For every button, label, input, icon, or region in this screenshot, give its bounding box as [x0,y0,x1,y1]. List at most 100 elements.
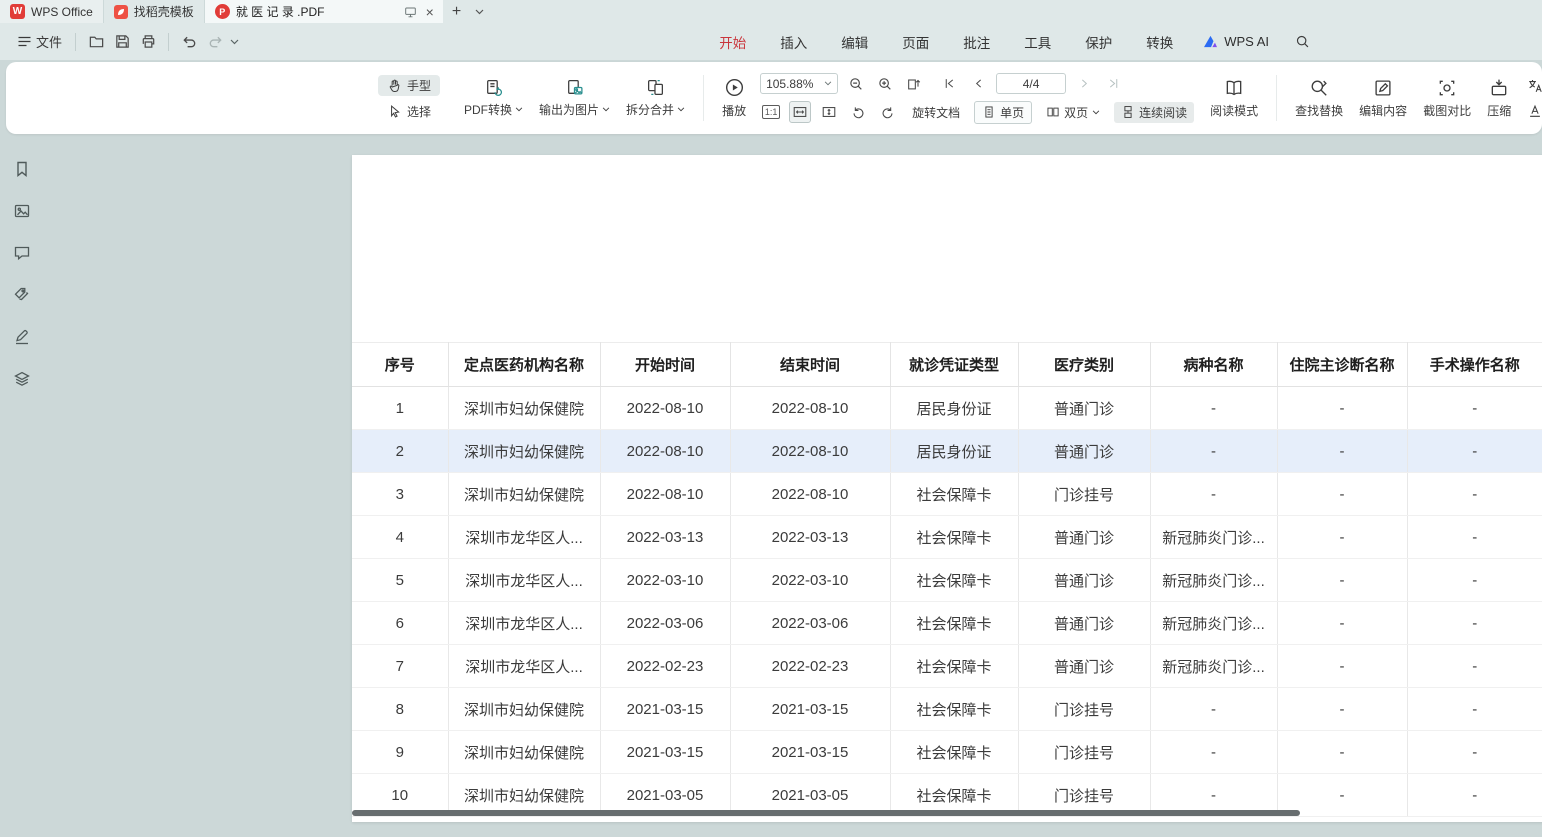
table-cell: 社会保障卡 [890,645,1018,688]
zoom-out-button[interactable] [845,73,867,95]
table-cell: - [1150,430,1277,473]
next-page-button[interactable] [1073,73,1095,95]
layers-icon [13,370,31,388]
table-header-cell: 定点医药机构名称 [448,343,600,387]
ribbon-tab[interactable]: 转换 [1146,32,1173,52]
previous-page-button[interactable] [967,73,989,95]
full-translate-icon [1527,78,1542,94]
open-file-button[interactable] [83,29,109,55]
table-header-cell: 住院主诊断名称 [1277,343,1407,387]
first-page-button[interactable] [938,73,960,95]
zoom-level-select[interactable]: 105.88% [760,73,838,94]
new-tab-button[interactable]: + [443,0,470,23]
split-merge-button[interactable]: 拆分合并 [618,76,693,120]
pdf-file-icon: P [215,4,230,19]
single-page-label: 单页 [1000,104,1024,121]
screenshot-compare-button[interactable]: 截图对比 [1415,76,1479,121]
table-cell: 2022-08-10 [600,430,730,473]
ribbon-tab[interactable]: 插入 [780,32,807,52]
document-tab[interactable]: P 就 医 记 录 .PDF × [205,0,443,23]
play-button[interactable]: 播放 [714,75,754,121]
table-row: 4深圳市龙华区人...2022-03-132022-03-13社会保障卡普通门诊… [352,516,1542,559]
actual-size-button[interactable]: 1:1 [760,101,782,123]
save-button[interactable] [109,29,135,55]
docer-template-tab[interactable]: 找稻壳模板 [104,0,205,23]
monitor-icon[interactable] [404,6,417,18]
last-page-button[interactable] [1102,73,1124,95]
table-cell: 门诊挂号 [1018,688,1150,731]
wps-ai-button[interactable]: WPS AI [1203,34,1269,49]
pdf-convert-button[interactable]: PDF转换 [456,76,531,120]
table-cell: 社会保障卡 [890,559,1018,602]
attachment-panel-button[interactable] [11,284,33,306]
table-cell: 4 [352,516,448,559]
undo-button[interactable] [176,29,202,55]
play-icon [724,77,745,98]
screenshot-compare-label: 截图对比 [1423,102,1471,119]
table-cell: 7 [352,645,448,688]
rotate-document-button[interactable]: 旋转文档 [905,102,967,123]
thumbnail-panel-button[interactable] [11,200,33,222]
table-cell: 社会保障卡 [890,473,1018,516]
close-tab-icon[interactable]: × [423,5,437,19]
read-mode-button[interactable]: 阅读模式 [1202,76,1266,121]
export-image-icon [565,78,584,97]
docer-logo-icon [114,5,128,19]
ribbon-tab[interactable]: 批注 [963,32,990,52]
table-cell: 新冠肺炎门诊... [1150,645,1277,688]
single-page-button[interactable]: 单页 [974,101,1032,124]
hand-tool-button[interactable]: 手型 [378,75,440,96]
hand-tool-label: 手型 [407,77,431,94]
fit-page-button[interactable] [818,101,840,123]
fit-window-icon[interactable] [903,73,925,95]
edit-content-button[interactable]: 编辑内容 [1351,76,1415,121]
table-cell: 2022-03-13 [730,516,890,559]
horizontal-scrollbar-thumb[interactable] [352,810,1300,816]
document-area[interactable]: 序号定点医药机构名称开始时间结束时间就诊凭证类型医疗类别病种名称住院主诊断名称手… [44,134,1542,837]
table-cell: 深圳市龙华区人... [448,559,600,602]
ribbon-tab[interactable]: 工具 [1024,32,1051,52]
double-page-label: 双页 [1064,104,1088,121]
app-home-tab[interactable]: W WPS Office [0,0,104,23]
table-cell: - [1150,387,1277,430]
select-tool-button[interactable]: 选择 [378,101,440,122]
undo-history-chevron-icon[interactable] [228,39,241,45]
comment-panel-button[interactable] [11,242,33,264]
menu-search-button[interactable] [1295,34,1310,49]
ribbon-tab[interactable]: 开始 [719,32,746,52]
export-image-button[interactable]: 输出为图片 [531,76,618,120]
rotate-left-button[interactable] [847,101,869,123]
table-cell: 深圳市龙华区人... [448,516,600,559]
bookmark-panel-button[interactable] [11,158,33,180]
rotate-right-icon [880,105,895,120]
hand-icon [387,78,402,93]
zoom-in-button[interactable] [874,73,896,95]
table-cell: 2022-08-10 [600,387,730,430]
signature-panel-button[interactable] [11,326,33,348]
table-cell: - [1150,473,1277,516]
redo-button[interactable] [202,29,228,55]
full-translate-button[interactable]: 全文翻译 [1527,77,1542,94]
find-replace-icon [1309,78,1329,98]
find-replace-button[interactable]: 查找替换 [1287,76,1351,121]
table-cell: 普通门诊 [1018,645,1150,688]
file-menu-button[interactable]: 文件 [12,28,68,55]
compress-icon [1489,78,1509,98]
table-cell: - [1277,473,1407,516]
word-translate-button[interactable]: 划词翻译 [1527,102,1542,119]
continuous-reading-button[interactable]: 连续阅读 [1114,102,1194,123]
ribbon-tab[interactable]: 保护 [1085,32,1112,52]
fit-width-button[interactable] [789,101,811,123]
table-cell: 3 [352,473,448,516]
print-button[interactable] [135,29,161,55]
tab-list-chevron-icon[interactable] [470,0,489,23]
layers-panel-button[interactable] [11,368,33,390]
ribbon-tab[interactable]: 页面 [902,32,929,52]
rotate-right-button[interactable] [876,101,898,123]
page-number-input[interactable]: 4/4 [996,73,1066,94]
table-cell: 普通门诊 [1018,387,1150,430]
double-page-button[interactable]: 双页 [1039,102,1107,123]
table-cell: 普通门诊 [1018,516,1150,559]
ribbon-tab[interactable]: 编辑 [841,32,868,52]
compress-button[interactable]: 压缩 [1479,76,1519,121]
